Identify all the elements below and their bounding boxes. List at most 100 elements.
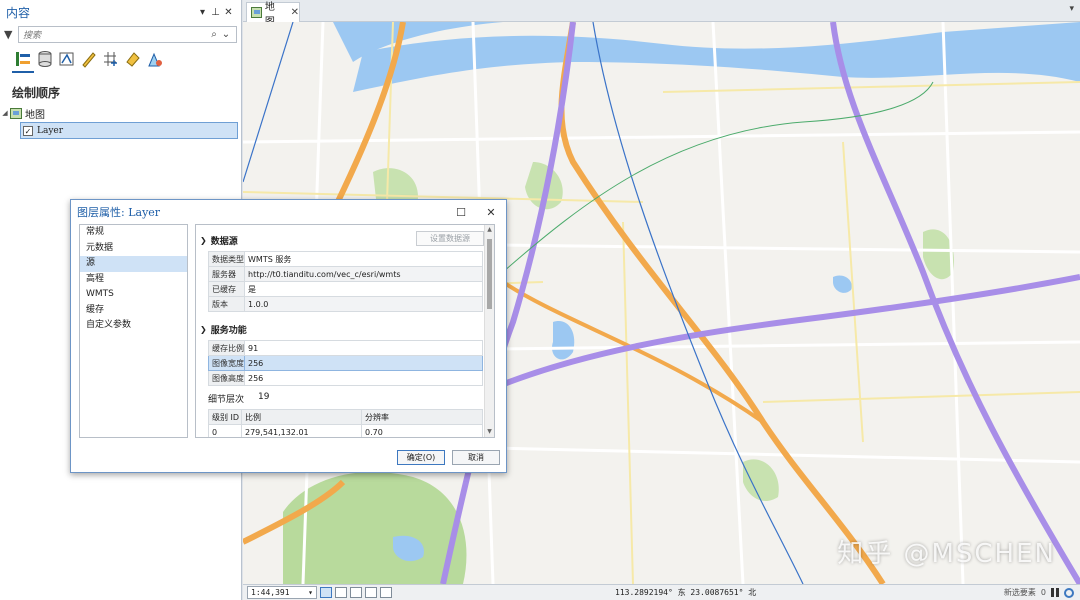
rotate-icon[interactable] — [380, 587, 392, 598]
search-icon[interactable]: ⌕ — [208, 29, 220, 40]
table-row[interactable]: 图像宽度 256 — [208, 355, 483, 371]
set-datasource-button[interactable]: 设置数据源 — [416, 231, 484, 246]
table-row: 数据类型 WMTS 服务 — [208, 251, 483, 267]
property-value: 1.0.0 — [244, 296, 483, 312]
collapse-icon[interactable]: ❯ — [200, 325, 207, 334]
close-icon[interactable]: ✕ — [476, 206, 506, 219]
property-key: 服务器 — [208, 266, 245, 282]
selection-count: 0 — [1040, 588, 1046, 597]
detail-levels-label: 细节层次 — [208, 395, 245, 405]
pane-options-icon[interactable]: ▾ — [196, 7, 209, 18]
property-value: 256 — [244, 370, 483, 386]
layer-properties-dialog: 图层属性: Layer ☐ ✕ 常规 元数据 源 高程 WMTS 缓存 自定义参… — [70, 199, 507, 473]
scroll-down-icon[interactable]: ▼ — [485, 427, 494, 437]
datasource-title: 数据源 — [210, 237, 238, 247]
maximize-icon[interactable]: ☐ — [446, 206, 476, 219]
labeling-icon[interactable] — [124, 50, 142, 68]
table-row: 已缓存 是 — [208, 281, 483, 297]
tab-map[interactable]: 地图 ✕ — [246, 2, 300, 28]
new-features-label: 新选要素 — [1003, 588, 1036, 597]
nav-custom-parameters[interactable]: 自定义参数 — [80, 318, 187, 334]
expand-icon[interactable]: ◢ — [0, 109, 10, 117]
column-header-scale: 比例 — [241, 409, 362, 425]
pin-icon[interactable]: ⊥ — [209, 7, 222, 18]
nav-general[interactable]: 常规 — [80, 225, 187, 241]
content-scrollbar[interactable]: ▲ ▼ — [484, 225, 494, 437]
scale-value: 1:44,391 — [251, 588, 290, 597]
dialog-title-bar: 图层属性: Layer ☐ ✕ — [71, 200, 506, 224]
level-scale-cell: 279,541,132.01 — [241, 424, 362, 437]
property-key: 缓存比例 — [208, 340, 245, 356]
drawing-order-icon[interactable] — [12, 50, 34, 73]
datasource-header[interactable]: ❯ 数据源 — [200, 234, 238, 247]
detail-levels-row: 细节层次 19 — [208, 392, 269, 405]
levels-table: 级别 ID 比例 分辨率 0 279,541,132.01 0.70 — [208, 409, 483, 437]
pause-icon[interactable] — [1051, 588, 1059, 597]
service-header[interactable]: ❯ 服务功能 — [200, 323, 247, 336]
nav-wmts[interactable]: WMTS — [80, 287, 187, 303]
table-row: 图像高度 256 — [208, 370, 483, 386]
map-tree-item[interactable]: ◢ 地图 — [0, 105, 241, 121]
cancel-button[interactable]: 取消 — [452, 450, 500, 465]
layer-tree-item[interactable]: ✓ Layer — [20, 122, 238, 139]
property-value: 是 — [244, 281, 483, 297]
contents-pane-header: 内容 ▾ ⊥ ✕ — [0, 0, 241, 24]
layer-label: Layer — [37, 125, 64, 136]
tab-menu-icon[interactable]: ▾ — [1069, 4, 1074, 14]
property-key: 数据类型 — [208, 251, 245, 267]
datasource-table: 数据类型 WMTS 服务 服务器 http://t0.tianditu.com/… — [208, 251, 483, 312]
ok-button[interactable]: 确定(O) — [397, 450, 445, 465]
filter-icon[interactable]: ▼ — [4, 28, 18, 41]
map-tab-bar: 地图 ✕ ▾ — [243, 0, 1080, 28]
search-input[interactable]: 搜索 ⌕ ⌄ — [18, 25, 237, 43]
property-key: 已缓存 — [208, 281, 245, 297]
coordinate-readout: 113.2892194° 东 23.0087651° 北 — [615, 588, 757, 597]
table-row: 0 279,541,132.01 0.70 — [208, 424, 483, 437]
dialog-title: 图层属性: Layer — [77, 206, 161, 219]
level-id-cell: 0 — [208, 424, 242, 437]
property-value: http://t0.tianditu.com/vec_c/esri/wmts — [244, 266, 483, 282]
nav-cache[interactable]: 缓存 — [80, 303, 187, 319]
data-source-icon[interactable] — [36, 50, 54, 68]
layer-visibility-checkbox[interactable]: ✓ — [23, 125, 33, 136]
collapse-icon[interactable]: ❯ — [200, 236, 207, 245]
property-key: 版本 — [208, 296, 245, 312]
nav-elevation[interactable]: 高程 — [80, 272, 187, 288]
nav-source[interactable]: 源 — [80, 256, 187, 272]
close-icon[interactable]: ✕ — [291, 7, 299, 18]
search-dropdown-icon[interactable]: ⌄ — [220, 29, 232, 40]
editing-icon[interactable] — [80, 50, 98, 68]
nav-metadata[interactable]: 元数据 — [80, 241, 187, 257]
scroll-thumb[interactable] — [487, 239, 492, 309]
map-tree-label: 地图 — [25, 109, 45, 121]
snapping-icon[interactable] — [102, 50, 120, 68]
watermark: 知乎 @MSCHEN — [837, 539, 1056, 569]
grid-icon[interactable] — [335, 587, 347, 598]
property-value: 256 — [244, 355, 483, 371]
property-key: 图像宽度 — [208, 355, 245, 371]
charts-icon[interactable] — [146, 50, 164, 68]
drawing-order-title: 绘制顺序 — [12, 86, 61, 100]
column-header-resolution: 分辨率 — [361, 409, 483, 425]
pan-tool-icon[interactable] — [320, 587, 332, 598]
table-row: 缓存比例 91 — [208, 340, 483, 356]
contents-toolbar — [0, 44, 241, 74]
dialog-content: ❯ 数据源 设置数据源 数据类型 WMTS 服务 服务器 http://t0.t… — [195, 224, 495, 438]
refresh-icon[interactable] — [1064, 587, 1074, 598]
detail-levels-value: 19 — [258, 392, 270, 402]
map-icon — [251, 7, 262, 18]
level-resolution-cell: 0.70 — [361, 424, 483, 437]
scroll-up-icon[interactable]: ▲ — [485, 225, 494, 235]
snapping-icon[interactable] — [365, 587, 377, 598]
status-bar: 1:44,391 ▾ 113.2892194° 东 23.0087651° 北 … — [243, 584, 1080, 600]
service-table: 缓存比例 91 图像宽度 256 图像高度 256 — [208, 340, 483, 386]
search-placeholder: 搜索 — [23, 30, 42, 41]
table-row: 版本 1.0.0 — [208, 296, 483, 312]
layout-icon[interactable] — [350, 587, 362, 598]
column-header-level-id: 级别 ID — [208, 409, 242, 425]
close-icon[interactable]: ✕ — [222, 7, 235, 18]
property-value: WMTS 服务 — [244, 251, 483, 267]
scale-selector[interactable]: 1:44,391 ▾ — [247, 586, 317, 599]
chevron-down-icon[interactable]: ▾ — [308, 588, 313, 597]
selection-icon[interactable] — [58, 50, 76, 68]
